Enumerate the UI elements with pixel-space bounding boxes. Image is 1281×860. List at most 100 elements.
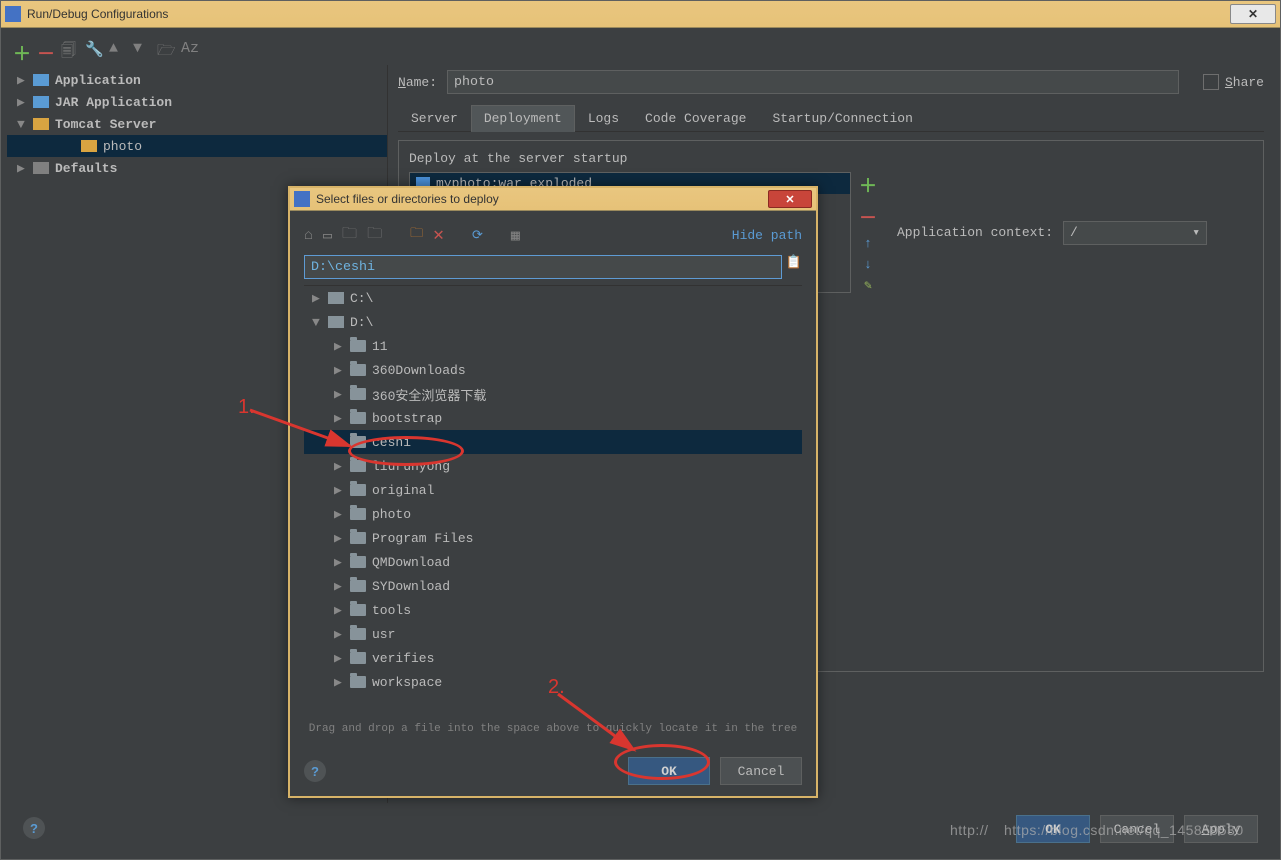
- watermark-left: http://: [950, 822, 989, 838]
- folder-tools[interactable]: ▶tools: [304, 598, 802, 622]
- refresh-icon[interactable]: ⟳: [472, 228, 483, 243]
- expand-triangle-icon[interactable]: ▶: [312, 291, 322, 306]
- sort-az-icon[interactable]: Aᴢ: [181, 40, 197, 56]
- expand-triangle-icon[interactable]: ▶: [334, 483, 344, 498]
- select-files-dialog: Select files or directories to deploy ✕ …: [288, 186, 818, 798]
- share-label: Share: [1225, 75, 1264, 90]
- artifact-down-icon[interactable]: ↓: [859, 257, 877, 272]
- config-toolbar: ＋ － 🗐 🔧 ▲ ▼ 🗁 Aᴢ: [7, 31, 1274, 65]
- folder-label: 11: [372, 339, 388, 354]
- tab-startup-connection[interactable]: Startup/Connection: [759, 105, 925, 131]
- expand-triangle-icon[interactable]: ▼: [312, 315, 322, 330]
- show-hidden-icon[interactable]: ▦: [511, 226, 520, 245]
- tree-item-photo[interactable]: photo: [7, 135, 387, 157]
- help-button[interactable]: ?: [23, 817, 45, 839]
- expand-triangle-icon[interactable]: ▶: [334, 435, 344, 450]
- artifact-remove-icon[interactable]: －: [859, 204, 877, 230]
- desktop-icon[interactable]: ▭: [323, 226, 332, 245]
- tree-item-jar-application[interactable]: ▶JAR Application: [7, 91, 387, 113]
- tab-deployment[interactable]: Deployment: [471, 105, 575, 132]
- folder-sydownload[interactable]: ▶SYDownload: [304, 574, 802, 598]
- folder-360安全浏览器下载[interactable]: ▶360安全浏览器下载: [304, 382, 802, 406]
- delete-icon[interactable]: ✕: [433, 224, 444, 246]
- add-config-icon[interactable]: ＋: [13, 40, 29, 56]
- settings-icon[interactable]: 🔧: [85, 40, 101, 56]
- close-main-button[interactable]: ✕: [1230, 4, 1276, 24]
- remove-config-icon[interactable]: －: [37, 40, 53, 56]
- expand-triangle-icon[interactable]: ▶: [334, 411, 344, 426]
- folder-ceshi[interactable]: ▶ ceshi: [304, 430, 802, 454]
- folder-icon[interactable]: 🗁: [157, 40, 173, 56]
- folder-verifies[interactable]: ▶verifies: [304, 646, 802, 670]
- main-titlebar: Run/Debug Configurations ✕: [1, 1, 1280, 28]
- tree-item-application[interactable]: ▶Application: [7, 69, 387, 91]
- path-input[interactable]: [304, 255, 782, 279]
- folder-photo[interactable]: ▶photo: [304, 502, 802, 526]
- app-context-input[interactable]: / ▾: [1063, 221, 1207, 245]
- history-icon[interactable]: 📋: [786, 255, 802, 279]
- modal-cancel-button[interactable]: Cancel: [720, 757, 802, 785]
- folder-original[interactable]: ▶original: [304, 478, 802, 502]
- expand-triangle-icon[interactable]: ▶: [334, 603, 344, 618]
- down-icon[interactable]: ▼: [133, 40, 149, 56]
- folder-program-files[interactable]: ▶ Program Files: [304, 526, 802, 550]
- expand-triangle-icon[interactable]: ▼: [17, 117, 27, 132]
- share-checkbox-box[interactable]: [1203, 74, 1219, 90]
- modal-help-button[interactable]: ?: [304, 760, 326, 782]
- expand-triangle-icon[interactable]: ▶: [17, 73, 27, 88]
- artifact-up-icon[interactable]: ↑: [859, 236, 877, 251]
- app-icon: [5, 6, 21, 22]
- expand-triangle-icon[interactable]: ▶: [334, 363, 344, 378]
- chevron-down-icon[interactable]: ▾: [1192, 225, 1200, 240]
- expand-triangle-icon[interactable]: ▶: [334, 651, 344, 666]
- expand-triangle-icon[interactable]: ▶: [334, 339, 344, 354]
- drive-C[interactable]: ▶C:\: [304, 286, 802, 310]
- folder-label: ceshi: [372, 435, 411, 450]
- drive-D[interactable]: ▼D:\: [304, 310, 802, 334]
- copy-config-icon[interactable]: 🗐: [61, 40, 77, 56]
- folder-11[interactable]: ▶ 11: [304, 334, 802, 358]
- expand-triangle-icon[interactable]: ▶: [334, 531, 344, 546]
- folder-workspace[interactable]: ▶workspace: [304, 670, 802, 694]
- artifact-add-icon[interactable]: ＋: [859, 172, 877, 198]
- tree-item-label: photo: [103, 139, 142, 154]
- expand-triangle-icon[interactable]: ▶: [17, 95, 27, 110]
- folder-liurunyong[interactable]: ▶liurunyong: [304, 454, 802, 478]
- tree-item-tomcat-server[interactable]: ▼Tomcat Server: [7, 113, 387, 135]
- expand-triangle-icon[interactable]: ▶: [17, 161, 27, 176]
- tab-code-coverage[interactable]: Code Coverage: [632, 105, 759, 131]
- new-folder-icon[interactable]: 🗀: [410, 224, 423, 246]
- expand-triangle-icon[interactable]: ▶: [334, 627, 344, 642]
- expand-triangle-icon[interactable]: ▶: [334, 579, 344, 594]
- share-checkbox[interactable]: Share: [1203, 74, 1264, 90]
- folder-icon: [350, 604, 366, 616]
- expand-triangle-icon[interactable]: ▶: [334, 507, 344, 522]
- folder-360downloads[interactable]: ▶360Downloads: [304, 358, 802, 382]
- expand-triangle-icon[interactable]: ▶: [334, 675, 344, 690]
- close-modal-button[interactable]: ✕: [768, 190, 812, 208]
- expand-triangle-icon[interactable]: ▶: [334, 555, 344, 570]
- folder-qmdownload[interactable]: ▶QMDownload: [304, 550, 802, 574]
- name-label: Name:: [398, 75, 437, 90]
- home-icon[interactable]: ⌂: [304, 227, 313, 244]
- jar-icon: [33, 96, 49, 108]
- folder-icon: [350, 580, 366, 592]
- folder-icon: [350, 652, 366, 664]
- expand-triangle-icon[interactable]: ▶: [334, 387, 344, 402]
- expand-triangle-icon[interactable]: ▶: [334, 459, 344, 474]
- folder-usr[interactable]: ▶usr: [304, 622, 802, 646]
- artifact-edit-icon[interactable]: ✎: [859, 278, 877, 293]
- folder-label: Program Files: [372, 531, 473, 546]
- folder-icon: [350, 508, 366, 520]
- modal-ok-button[interactable]: OK: [628, 757, 710, 785]
- tab-server[interactable]: Server: [398, 105, 471, 131]
- tree-item-defaults[interactable]: ▶Defaults: [7, 157, 387, 179]
- project-icon[interactable]: 🗀: [342, 223, 357, 248]
- name-input[interactable]: [447, 70, 1179, 94]
- module-icon[interactable]: 🗀: [367, 223, 382, 248]
- folder-bootstrap[interactable]: ▶bootstrap: [304, 406, 802, 430]
- tab-logs[interactable]: Logs: [575, 105, 632, 131]
- up-icon[interactable]: ▲: [109, 40, 125, 56]
- file-tree[interactable]: ▶C:\▼D:\ ▶ 11 ▶360Downloads▶360安全浏览器下载▶boot…: [304, 285, 802, 719]
- hide-path-link[interactable]: Hide path: [732, 228, 802, 243]
